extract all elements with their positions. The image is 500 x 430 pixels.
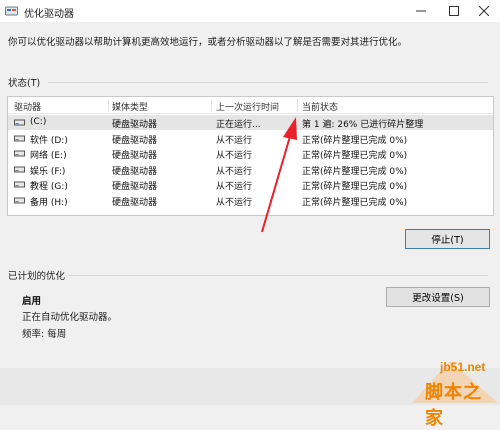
red-arrow-annotation <box>261 117 297 233</box>
watermark-url: jb51.net <box>440 360 486 374</box>
watermark-name: 脚本之家 <box>425 382 482 429</box>
